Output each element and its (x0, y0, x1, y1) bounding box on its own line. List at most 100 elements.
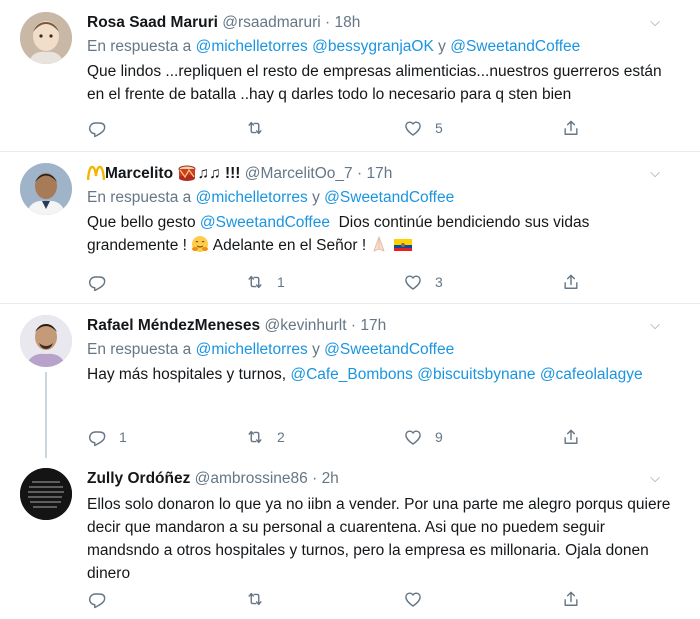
tweet-actions: 1 3 (87, 271, 587, 293)
share-icon (561, 589, 581, 609)
tweet-time[interactable]: 2h (322, 470, 339, 487)
caret-down-icon[interactable]: ⌵ (650, 470, 660, 486)
retweet-icon (245, 118, 265, 138)
retweet-button[interactable] (245, 588, 277, 610)
tweet-text-part: Adelante en el Señor ! (212, 237, 367, 254)
like-count: 5 (435, 120, 443, 136)
mention-link[interactable]: @michelletorres (196, 38, 308, 55)
reply-icon (87, 118, 107, 138)
mention-link[interactable]: @SweetandCoffee (200, 214, 330, 231)
user-handle[interactable]: @kevinhurlt (264, 317, 346, 334)
mention-link[interactable]: @SweetandCoffee (324, 189, 454, 206)
tweet-text-part: Hay más hospitales y turnos, (87, 366, 287, 383)
mention-link[interactable]: @Cafe_Bombons (290, 366, 413, 383)
display-name[interactable]: Rafael MéndezMeneses (87, 317, 260, 334)
display-name[interactable]: Zully Ordóñez (87, 470, 190, 487)
music-notes-icon: ♫♫ (197, 165, 221, 182)
separator-dot: · (325, 14, 331, 31)
user-handle[interactable]: @MarcelitOo_7 (245, 165, 353, 182)
praying-hands-emoji-icon (373, 235, 386, 252)
caret-down-icon[interactable]: ⌵ (650, 165, 660, 181)
retweet-button[interactable]: 2 (245, 426, 285, 448)
like-icon (403, 589, 423, 609)
share-button[interactable] (561, 271, 581, 293)
reply-context: En respuesta a @michelletorres y @Sweeta… (87, 187, 680, 209)
like-icon (403, 427, 423, 447)
display-name-text: Marcelito (105, 165, 174, 182)
reply-and: y (438, 38, 446, 55)
like-icon (403, 272, 423, 292)
share-button[interactable] (561, 588, 581, 610)
retweet-icon (245, 272, 265, 292)
reply-prefix: En respuesta a (87, 341, 192, 358)
share-icon (561, 427, 581, 447)
reply-button[interactable] (87, 271, 119, 293)
tweet-text-part: Que bello gesto (87, 214, 196, 231)
share-button[interactable] (561, 426, 581, 448)
tweet-text: Hay más hospitales y turnos, @Cafe_Bombo… (87, 363, 680, 386)
like-button[interactable] (403, 588, 435, 610)
reply-button[interactable] (87, 117, 119, 139)
share-button[interactable] (561, 117, 581, 139)
reply-and: y (312, 189, 320, 206)
avatar-photo-icon (20, 315, 72, 367)
tweet[interactable]: Rafael MéndezMeneses @kevinhurlt · 17h ⌵… (0, 304, 700, 458)
mention-link[interactable]: @michelletorres (196, 341, 308, 358)
reply-context: En respuesta a @michelletorres y @Sweeta… (87, 339, 680, 361)
user-handle[interactable]: @ambrossine86 (195, 470, 308, 487)
avatar-photo-icon (20, 12, 72, 64)
tweet-actions: 1 2 9 (87, 426, 587, 448)
retweet-button[interactable]: 1 (245, 271, 285, 293)
reply-icon (87, 272, 107, 292)
avatar-photo-icon (20, 163, 72, 215)
user-handle[interactable]: @rsaadmaruri (222, 14, 320, 31)
mcdonalds-logo-icon (87, 165, 105, 181)
share-icon (561, 118, 581, 138)
avatar[interactable] (20, 12, 72, 64)
reply-icon (87, 427, 107, 447)
reply-button[interactable] (87, 588, 119, 610)
reply-icon (87, 589, 107, 609)
display-name[interactable]: Rosa Saad Maruri (87, 14, 218, 31)
mention-link[interactable]: @bessygranjaOK (312, 38, 434, 55)
caret-down-icon[interactable]: ⌵ (650, 317, 660, 333)
reply-and: y (312, 341, 320, 358)
retweet-count: 1 (277, 274, 285, 290)
separator-dot: · (356, 165, 363, 182)
reply-count: 1 (119, 429, 127, 445)
mention-link[interactable]: @biscuitsbynane (417, 366, 535, 383)
caret-down-icon[interactable]: ⌵ (650, 14, 660, 30)
reply-prefix: En respuesta a (87, 38, 192, 55)
tweet-actions (87, 588, 587, 610)
tweet-time[interactable]: 17h (360, 317, 386, 334)
like-button[interactable]: 3 (403, 271, 443, 293)
avatar[interactable] (20, 315, 72, 367)
tweet-text: Ellos solo donaron lo que ya no iibn a v… (87, 496, 671, 582)
display-name-suffix: !!! (224, 165, 241, 182)
mention-link[interactable]: @michelletorres (196, 189, 308, 206)
reply-button[interactable]: 1 (87, 426, 127, 448)
like-icon (403, 118, 423, 138)
retweet-icon (245, 427, 265, 447)
tweet-header: Rafael MéndezMeneses @kevinhurlt · 17h (87, 315, 680, 337)
drum-icon (178, 165, 196, 181)
tweet-text: Que bello gesto @SweetandCoffee Dios con… (87, 211, 680, 257)
mention-link[interactable]: @cafeolalagye (540, 366, 643, 383)
tweet[interactable]: Marcelito ♫♫ !!! @MarcelitOo_7 · 17h ⌵ E… (0, 152, 700, 304)
mention-link[interactable]: @SweetandCoffee (450, 38, 580, 55)
retweet-button[interactable] (245, 117, 277, 139)
tweet[interactable]: Rosa Saad Maruri @rsaadmaruri · 18h ⌵ En… (0, 0, 700, 152)
display-name[interactable]: Marcelito ♫♫ !!! (87, 165, 240, 182)
like-button[interactable]: 5 (403, 117, 443, 139)
reply-context: En respuesta a @michelletorres @bessygra… (87, 36, 680, 58)
retweet-count: 2 (277, 429, 285, 445)
avatar[interactable] (20, 468, 72, 520)
like-button[interactable]: 9 (403, 426, 443, 448)
avatar[interactable] (20, 163, 72, 215)
tweet-time[interactable]: 18h (334, 14, 360, 31)
tweet-actions: 5 (87, 117, 587, 139)
tweet[interactable]: Zully Ordóñez @ambrossine86 · 2h ⌵ Ellos… (0, 456, 700, 619)
share-icon (561, 272, 581, 292)
mention-link[interactable]: @SweetandCoffee (324, 341, 454, 358)
tweet-time[interactable]: 17h (366, 165, 392, 182)
